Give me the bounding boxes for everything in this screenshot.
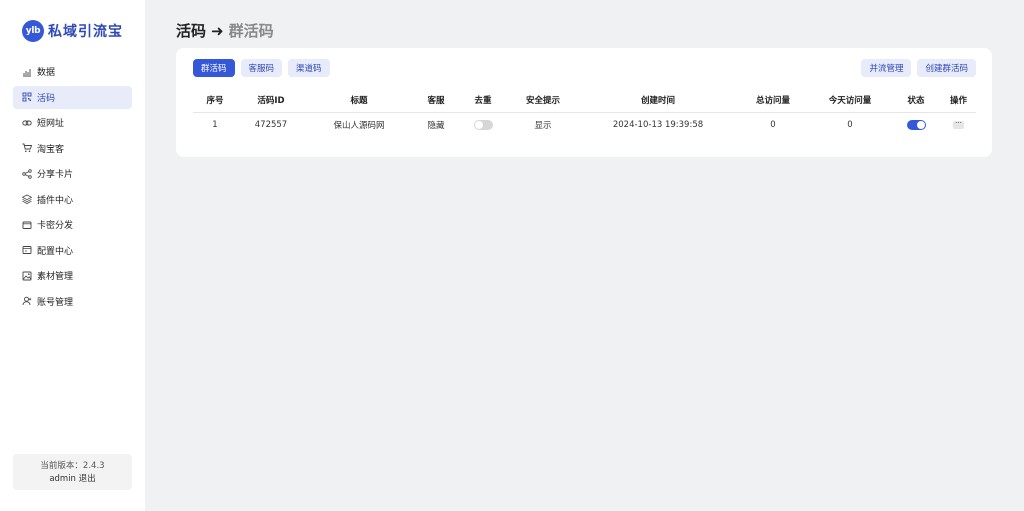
sidebar-item-plugins[interactable]: 插件中心 <box>13 188 132 211</box>
col-header-status: 状态 <box>891 89 941 113</box>
card-icon <box>21 219 33 231</box>
table-row: 1 472557 保山人源码网 隐藏 显示 2024-10-13 19:39:5… <box>193 112 976 138</box>
version-box: 当前版本：2.4.3 admin 退出 <box>13 454 132 490</box>
col-header-total-visits: 总访问量 <box>737 89 809 113</box>
col-header-index: 序号 <box>193 89 237 113</box>
sidebar-item-label: 数据 <box>37 68 56 78</box>
cell-title: 保山人源码网 <box>333 121 385 132</box>
user-icon <box>21 295 33 307</box>
sidebar-item-label: 插件中心 <box>37 195 74 206</box>
link-icon <box>21 117 33 129</box>
sidebar-nav: 数据 活码 短网址 淘宝客 分享卡片 插件中心 卡密分发 配置中心 素材管理 账… <box>13 60 132 315</box>
col-header-dedupe: 去重 <box>459 89 507 113</box>
logo-text: 私域引流宝 <box>48 24 123 40</box>
col-header-created: 创建时间 <box>579 89 737 113</box>
version-label: 当前版本：2.4.3 <box>40 461 105 471</box>
col-header-actions: 操作 <box>941 89 976 113</box>
col-header-today-visits: 今天访问量 <box>809 89 891 113</box>
create-group-code-button[interactable]: 创建群活码 <box>917 59 976 77</box>
cell-service: 隐藏 <box>427 121 445 132</box>
username: admin <box>49 474 76 484</box>
cell-dedupe <box>459 112 507 138</box>
sidebar-item-label: 账号管理 <box>37 297 74 308</box>
sidebar-item-label: 活码 <box>37 93 56 104</box>
user-line: admin 退出 <box>13 473 132 486</box>
sidebar-item-label: 卡密分发 <box>37 221 74 231</box>
sidebar-item-livecode[interactable]: 活码 <box>13 85 132 109</box>
content-card: 群活码 客服码 渠道码 并流管理 创建群活码 序号 活码ID 标题 客服 去重 … <box>176 48 992 157</box>
sidebar-item-label: 配置中心 <box>37 246 74 257</box>
col-header-title: 标题 <box>305 89 413 113</box>
settings-card-icon <box>21 244 33 256</box>
dedupe-toggle[interactable] <box>473 120 493 130</box>
merge-manage-button[interactable]: 并流管理 <box>861 59 912 77</box>
sidebar-item-label: 分享卡片 <box>37 170 74 180</box>
sidebar-item-shorturl[interactable]: 短网址 <box>13 111 132 134</box>
cell-total-visits: 0 <box>770 120 776 131</box>
col-header-safety: 安全提示 <box>507 89 579 113</box>
page-title-main: 活码 <box>176 22 207 40</box>
qrcode-icon <box>21 91 33 103</box>
layers-icon <box>21 193 33 205</box>
action-bar: 并流管理 创建群活码 <box>855 59 976 77</box>
logo-badge: ylb <box>22 20 44 42</box>
status-toggle[interactable] <box>906 120 926 130</box>
sidebar: ylb 私域引流宝 数据 活码 短网址 淘宝客 分享卡片 插件中心 卡密分发 配… <box>0 0 145 511</box>
tab-channel-code[interactable]: 渠道码 <box>288 59 330 77</box>
arrow-right-icon: ➜ <box>211 21 224 40</box>
cart-icon <box>21 142 33 154</box>
table-header-row: 序号 活码ID 标题 客服 去重 安全提示 创建时间 总访问量 今天访问量 状态… <box>193 89 976 113</box>
sidebar-item-data[interactable]: 数据 <box>13 60 132 83</box>
cell-safety: 显示 <box>534 121 552 132</box>
image-icon <box>21 270 33 282</box>
logout-link[interactable]: 退出 <box>79 474 96 484</box>
sidebar-item-accounts[interactable]: 账号管理 <box>13 290 132 313</box>
cell-id: 472557 <box>254 120 288 131</box>
col-header-service: 客服 <box>413 89 459 113</box>
logo[interactable]: ylb 私域引流宝 <box>22 20 123 42</box>
page-title-sub: 群活码 <box>228 22 274 40</box>
tab-bar: 群活码 客服码 渠道码 <box>193 59 336 77</box>
col-header-id: 活码ID <box>237 89 305 113</box>
sidebar-item-materials[interactable]: 素材管理 <box>13 264 132 287</box>
sidebar-item-label: 淘宝客 <box>37 144 65 155</box>
tab-service-code[interactable]: 客服码 <box>240 59 283 77</box>
sidebar-item-config[interactable]: 配置中心 <box>13 239 132 262</box>
sidebar-item-label: 素材管理 <box>37 272 74 282</box>
chart-icon <box>21 66 33 78</box>
livecode-table: 序号 活码ID 标题 客服 去重 安全提示 创建时间 总访问量 今天访问量 状态… <box>193 89 976 138</box>
sidebar-item-share-card[interactable]: 分享卡片 <box>13 162 132 185</box>
cell-today-visits: 0 <box>847 120 853 131</box>
share-icon <box>21 168 33 180</box>
tab-group-code[interactable]: 群活码 <box>193 59 235 77</box>
more-icon[interactable]: ··· <box>953 119 964 129</box>
cell-index: 1 <box>212 120 218 131</box>
cell-created: 2024-10-13 19:39:58 <box>612 120 704 131</box>
cell-actions: ··· <box>941 112 976 138</box>
sidebar-item-taobao[interactable]: 淘宝客 <box>13 137 132 160</box>
cell-status <box>891 112 941 138</box>
sidebar-item-card-dist[interactable]: 卡密分发 <box>13 213 132 236</box>
page-title: 活码 ➜ 群活码 <box>176 20 274 41</box>
sidebar-item-label: 短网址 <box>37 119 65 129</box>
